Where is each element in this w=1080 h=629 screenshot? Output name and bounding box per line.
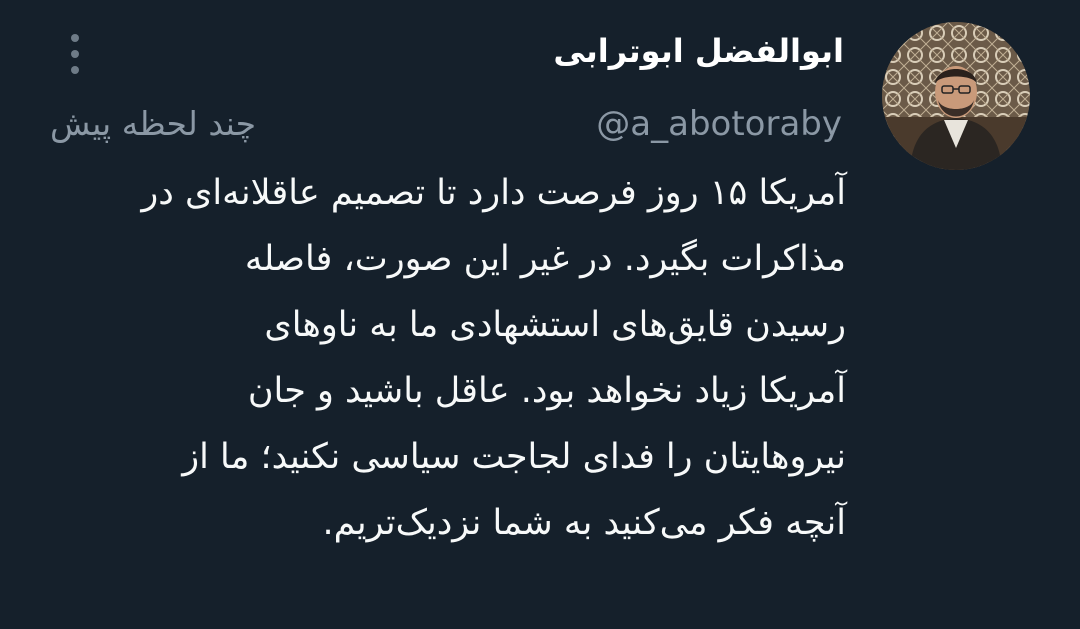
more-options-button[interactable]: [60, 32, 90, 76]
author-display-name[interactable]: ابوالفضل ابوترابی: [553, 32, 844, 70]
author-handle[interactable]: @a_abotoraby: [596, 104, 842, 144]
tweet-text-line: آمریکا ۱۵ روز فرصت دارد تا تصمیم عاقلانه…: [141, 173, 846, 213]
tweet-text-line: آمریکا زیاد نخواهد بود. عاقل باشید و جان: [247, 371, 846, 411]
tweet-text-line: مذاکرات بگیرد. در غیر این صورت، فاصله: [244, 239, 846, 279]
tweet-card: ابوالفضل ابوترابی @a_abotoraby چند لحظه …: [0, 0, 1080, 629]
tweet-text: آمریکا ۱۵ روز فرصت دارد تا تصمیم عاقلانه…: [46, 160, 846, 556]
avatar[interactable]: [882, 22, 1030, 170]
avatar-image: [882, 22, 1030, 170]
tweet-text-line: آنچه فکر می‌کنید به شما نزدیک‌تریم.: [322, 503, 846, 543]
tweet-text-line: رسیدن قایق‌های استشهادی ما به ناوهای: [264, 305, 846, 345]
more-vertical-icon: [71, 34, 79, 42]
tweet-timestamp[interactable]: چند لحظه پیش: [50, 104, 256, 143]
tweet-text-line: نیروهایتان را فدای لجاجت سیاسی نکنید؛ ما…: [182, 437, 846, 477]
